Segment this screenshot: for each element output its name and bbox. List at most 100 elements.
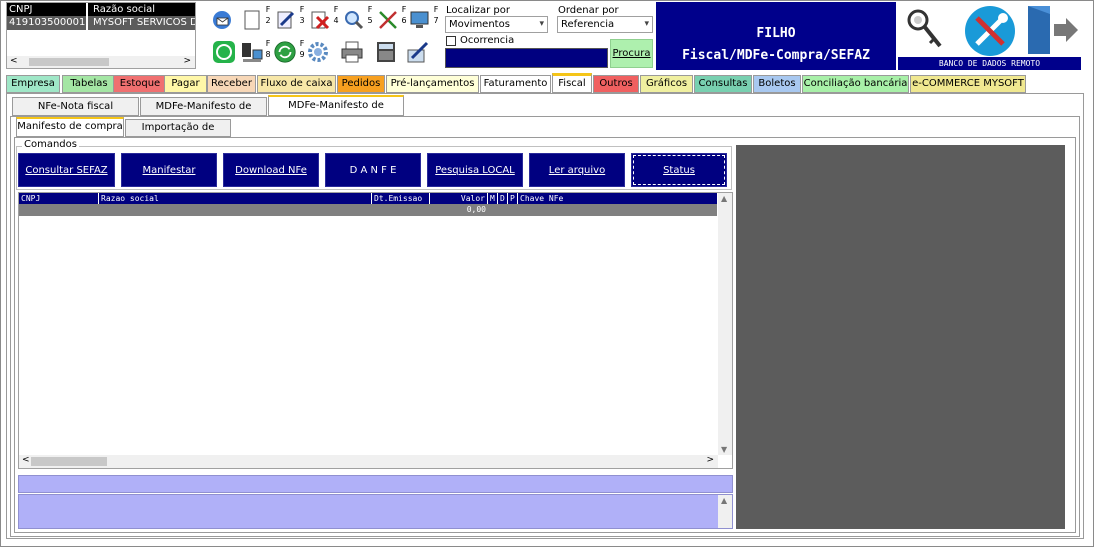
document-preview-pane [736,145,1065,529]
tab-consultas[interactable]: Consultas [694,75,752,93]
gear-icon[interactable] [306,40,330,64]
tab-fiscal[interactable]: Fiscal [552,73,592,93]
scroll-up-arrow[interactable]: ▲ [721,194,727,203]
fkey-number: 9 [299,50,305,59]
fkey-number: 6 [401,16,407,25]
total-valor: 0,00 [466,205,486,214]
col-d[interactable]: D [498,193,508,204]
ocorrencia-checkbox[interactable] [446,36,456,46]
tab-tabelas[interactable]: Tabelas [62,75,116,93]
scroll-right-arrow[interactable]: > [706,455,714,465]
fkey-number: 7 [433,16,439,25]
calculator-icon[interactable] [374,40,398,64]
col-cnpj[interactable]: CNPJ [19,193,99,204]
tab-e-commerce[interactable]: e-COMMERCE MYSOFT [910,75,1026,93]
col-razao-social[interactable]: Razao social [99,193,372,204]
ler-arquivo-button[interactable]: Ler arquivo [529,153,625,187]
printer-icon[interactable] [340,40,364,64]
company-cnpj-cell[interactable]: 41910350000172 [7,16,87,30]
tab-conciliacao-bancaria[interactable]: Conciliação bancária [802,75,909,93]
tab-pagar[interactable]: Pagar [164,75,207,93]
company-grid[interactable]: CNPJ Razão social 41910350000172 MYSOFT … [6,2,196,69]
tab-boletos[interactable]: Boletos [753,75,801,93]
delete-icon[interactable] [308,8,332,32]
scroll-left-arrow[interactable]: < [22,455,30,465]
fkey-number: 4 [333,16,339,25]
scroll-right-arrow[interactable]: > [183,56,191,66]
col-valor[interactable]: Valor [430,193,488,204]
procura-button[interactable]: Procura [610,39,653,68]
manifestar-button[interactable]: Manifestar [121,153,217,187]
tab-manifesto-de-compra[interactable]: Manifesto de compra [16,117,124,137]
scroll-down-arrow[interactable]: ▼ [721,445,727,454]
grid-vscroll[interactable]: ▲ ▼ [718,193,732,455]
company-hscroll[interactable]: < > [7,56,195,68]
col-m[interactable]: M [488,193,498,204]
document-icon[interactable] [240,8,264,32]
tab-pedidos[interactable]: Pedidos [337,75,385,93]
pen-icon[interactable] [406,40,430,64]
fkey-number: 8 [265,50,271,59]
company-col-razao: Razão social [88,3,195,16]
monitor-icon[interactable] [408,8,432,32]
tab-receber[interactable]: Receber [207,75,256,93]
search-input[interactable] [445,48,608,68]
localizar-select[interactable]: Movimentos ▾ [445,16,548,33]
chevron-down-icon[interactable]: ▾ [644,17,649,32]
download-nfe-button[interactable]: Download NFe [223,153,319,187]
key-icon[interactable] [904,6,948,54]
danfe-label: D A N F E [349,164,397,176]
chevron-down-icon[interactable]: ▾ [539,17,544,32]
scroll-left-arrow[interactable]: < [10,56,18,66]
col-p[interactable]: P [508,193,518,204]
grid-hscroll[interactable]: < > [19,455,718,468]
message-vscroll[interactable]: ▲ [718,495,732,528]
tab-mdfe-compra[interactable]: MDFe-Manifesto de compra [268,95,404,128]
tab-empresa[interactable]: Empresa [6,75,60,93]
col-chave-nfe[interactable]: Chave NFe [518,193,717,204]
status-button[interactable]: Status [631,153,727,187]
tools-icon[interactable] [963,4,1017,58]
localizar-value: Movimentos [449,19,510,30]
tab-mdfe-carga[interactable]: MDFe-Manifesto de carga [140,97,267,129]
tab-faturamento[interactable]: Faturamento [480,75,551,93]
tab-outros[interactable]: Outros [593,75,639,93]
network-icon[interactable] [240,40,264,64]
ordenar-select[interactable]: Referencia ▾ [557,16,653,33]
tab-pre-lancamentos[interactable]: Pré-lançamentos [386,75,479,93]
ler-arquivo-label: Ler arquivo [548,164,606,176]
ocorrencia-label: Ocorrencia [460,35,515,46]
grid-total-row: 0,00 [19,204,717,216]
tab-graficos[interactable]: Gráficos [640,75,693,93]
remote-db-label: BANCO DE DADOS REMOTO [898,57,1081,70]
arrows-icon[interactable] [376,8,400,32]
exit-icon[interactable] [1024,4,1080,56]
fkey-label: F [433,5,439,14]
whatsapp-icon[interactable] [212,40,236,64]
fkey-label: F [367,5,373,14]
fkey-number: 3 [299,16,305,25]
refresh-icon[interactable] [273,40,297,64]
localizar-label: Localizar por [446,5,510,16]
tab-importacao-de-dados[interactable]: Importação de dados [125,119,231,149]
screen-title-panel: FILHO Fiscal/MDFe-Compra/SEFAZ [656,2,896,70]
scroll-up-arrow[interactable]: ▲ [721,496,727,505]
email-icon[interactable] [210,8,234,32]
status-bar [18,475,733,493]
pesquisa-local-button[interactable]: Pesquisa LOCAL [427,153,523,187]
grid-hscroll-thumb[interactable] [31,457,107,466]
pesquisa-local-label: Pesquisa LOCAL [435,164,515,176]
edit-icon[interactable] [274,8,298,32]
consultar-sefaz-button[interactable]: Consultar SEFAZ [18,153,115,187]
tab-estoque[interactable]: Estoque [113,75,167,93]
tab-nfe[interactable]: NFe-Nota fiscal eletrônica [12,97,139,129]
comandos-label: Comandos [22,139,79,150]
nfe-grid[interactable] [18,192,733,469]
company-scroll-thumb[interactable] [29,58,109,66]
company-razao-cell[interactable]: MYSOFT SERVICOS DESE [88,16,195,30]
manifestar-label: Manifestar [142,164,196,176]
search-icon[interactable] [342,8,366,32]
danfe-button[interactable]: D A N F E [325,153,421,187]
col-dt-emissao[interactable]: Dt.Emissao [372,193,430,204]
tab-fluxo-de-caixa[interactable]: Fluxo de caixa [257,75,336,93]
